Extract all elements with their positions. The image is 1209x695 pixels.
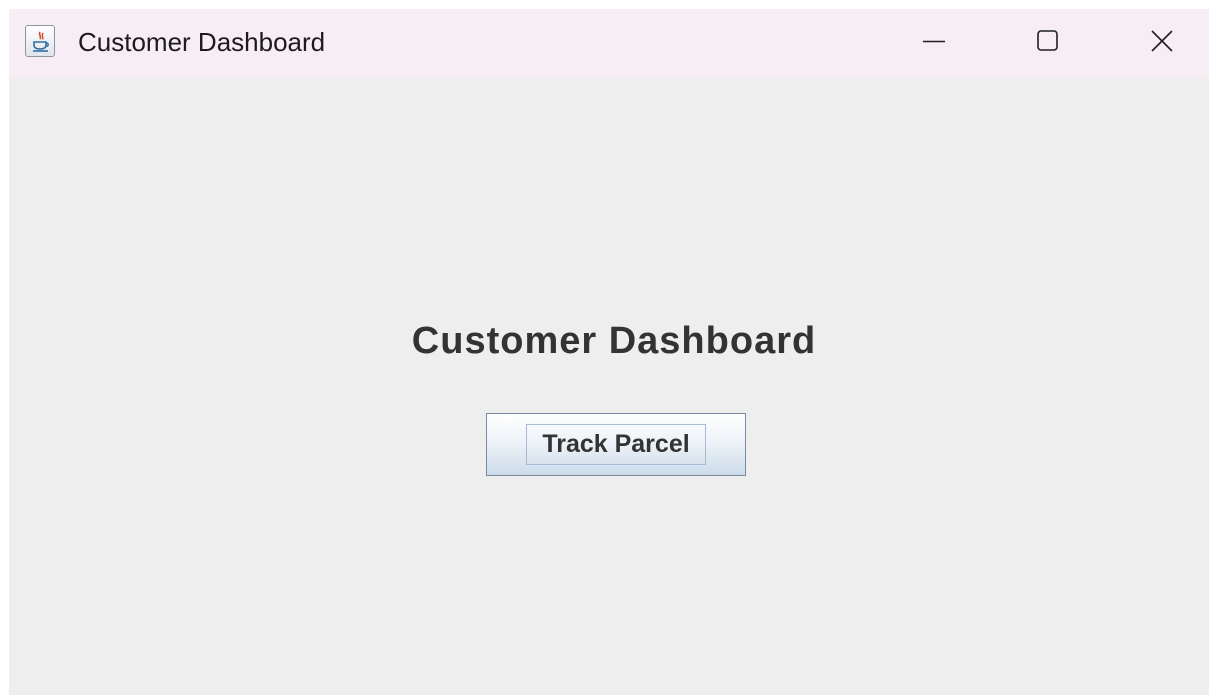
window-title: Customer Dashboard [78, 27, 326, 57]
maximize-icon [1037, 30, 1058, 51]
close-button[interactable] [1139, 21, 1185, 61]
content-panel: Customer Dashboard Track Parcel [9, 78, 1209, 695]
track-parcel-button-label: Track Parcel [542, 430, 690, 458]
title-bar[interactable]: Customer Dashboard [9, 9, 1209, 78]
minimize-button[interactable] [911, 21, 957, 61]
minimize-icon [923, 40, 945, 43]
java-cup-icon[interactable] [25, 25, 55, 57]
close-icon [1151, 30, 1173, 52]
maximize-button[interactable] [1025, 21, 1071, 61]
app-window: Customer Dashboard Customer Dashboard Tr… [9, 9, 1209, 695]
track-parcel-button[interactable]: Track Parcel [486, 413, 746, 476]
page-title: Customer Dashboard [411, 320, 817, 362]
